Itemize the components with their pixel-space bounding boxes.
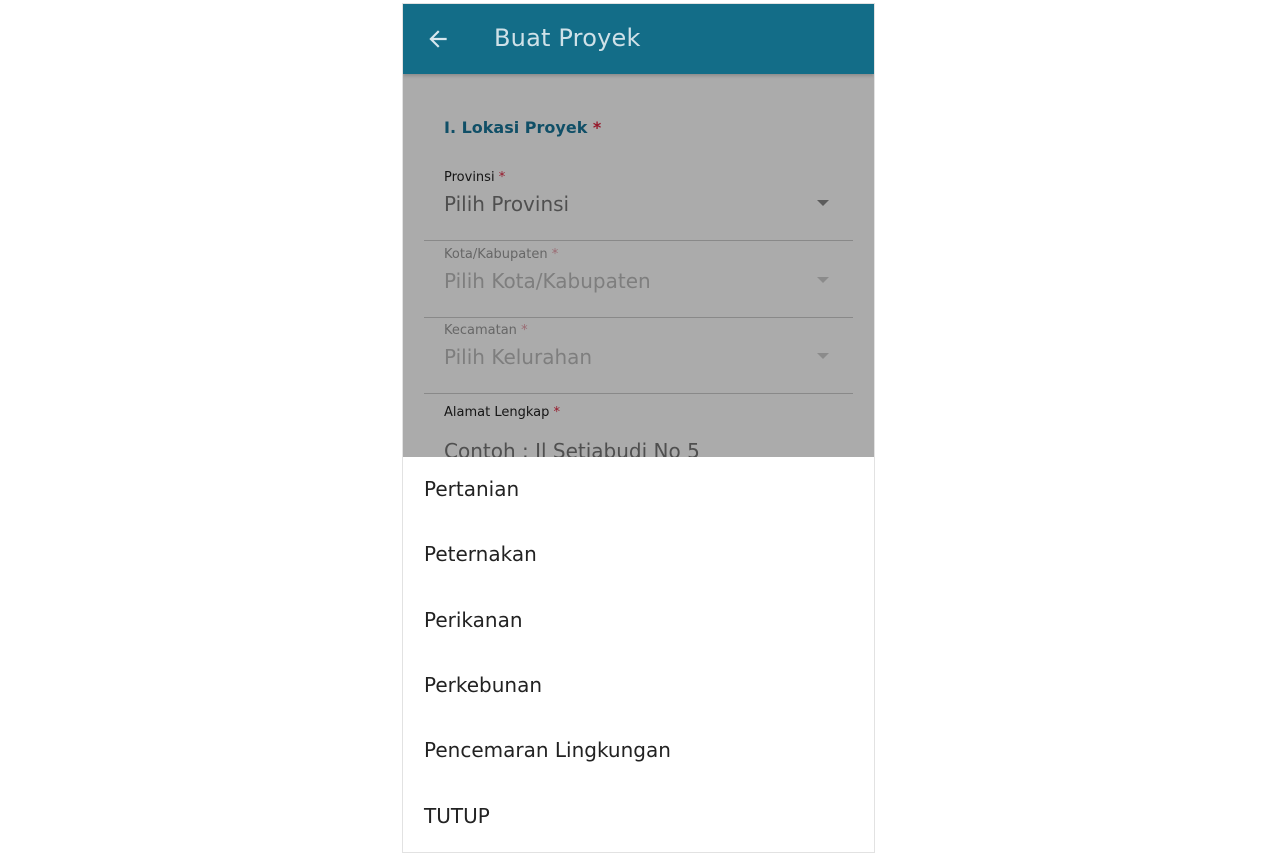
category-bottom-sheet: Pertanian Peternakan Perikanan Perkebuna…	[403, 457, 874, 852]
option-label: Pencemaran Lingkungan	[424, 738, 671, 762]
option-perikanan[interactable]: Perikanan	[403, 588, 874, 653]
page-title: Buat Proyek	[494, 24, 641, 52]
option-label: Peternakan	[424, 542, 537, 566]
option-label: Perkebunan	[424, 673, 543, 697]
option-label: Perikanan	[424, 608, 523, 632]
option-label: Pertanian	[424, 477, 520, 501]
close-button[interactable]: TUTUP	[403, 784, 874, 849]
phone-screen: Buat Proyek I. Lokasi Proyek * Provinsi …	[403, 4, 874, 852]
arrow-left-icon[interactable]	[425, 26, 451, 52]
app-bar: Buat Proyek	[403, 4, 874, 74]
modal-backdrop[interactable]	[403, 74, 874, 457]
option-pertanian[interactable]: Pertanian	[403, 457, 874, 522]
option-pencemaran-lingkungan[interactable]: Pencemaran Lingkungan	[403, 718, 874, 783]
option-peternakan[interactable]: Peternakan	[403, 522, 874, 587]
close-label: TUTUP	[424, 804, 490, 828]
option-perkebunan[interactable]: Perkebunan	[403, 653, 874, 718]
